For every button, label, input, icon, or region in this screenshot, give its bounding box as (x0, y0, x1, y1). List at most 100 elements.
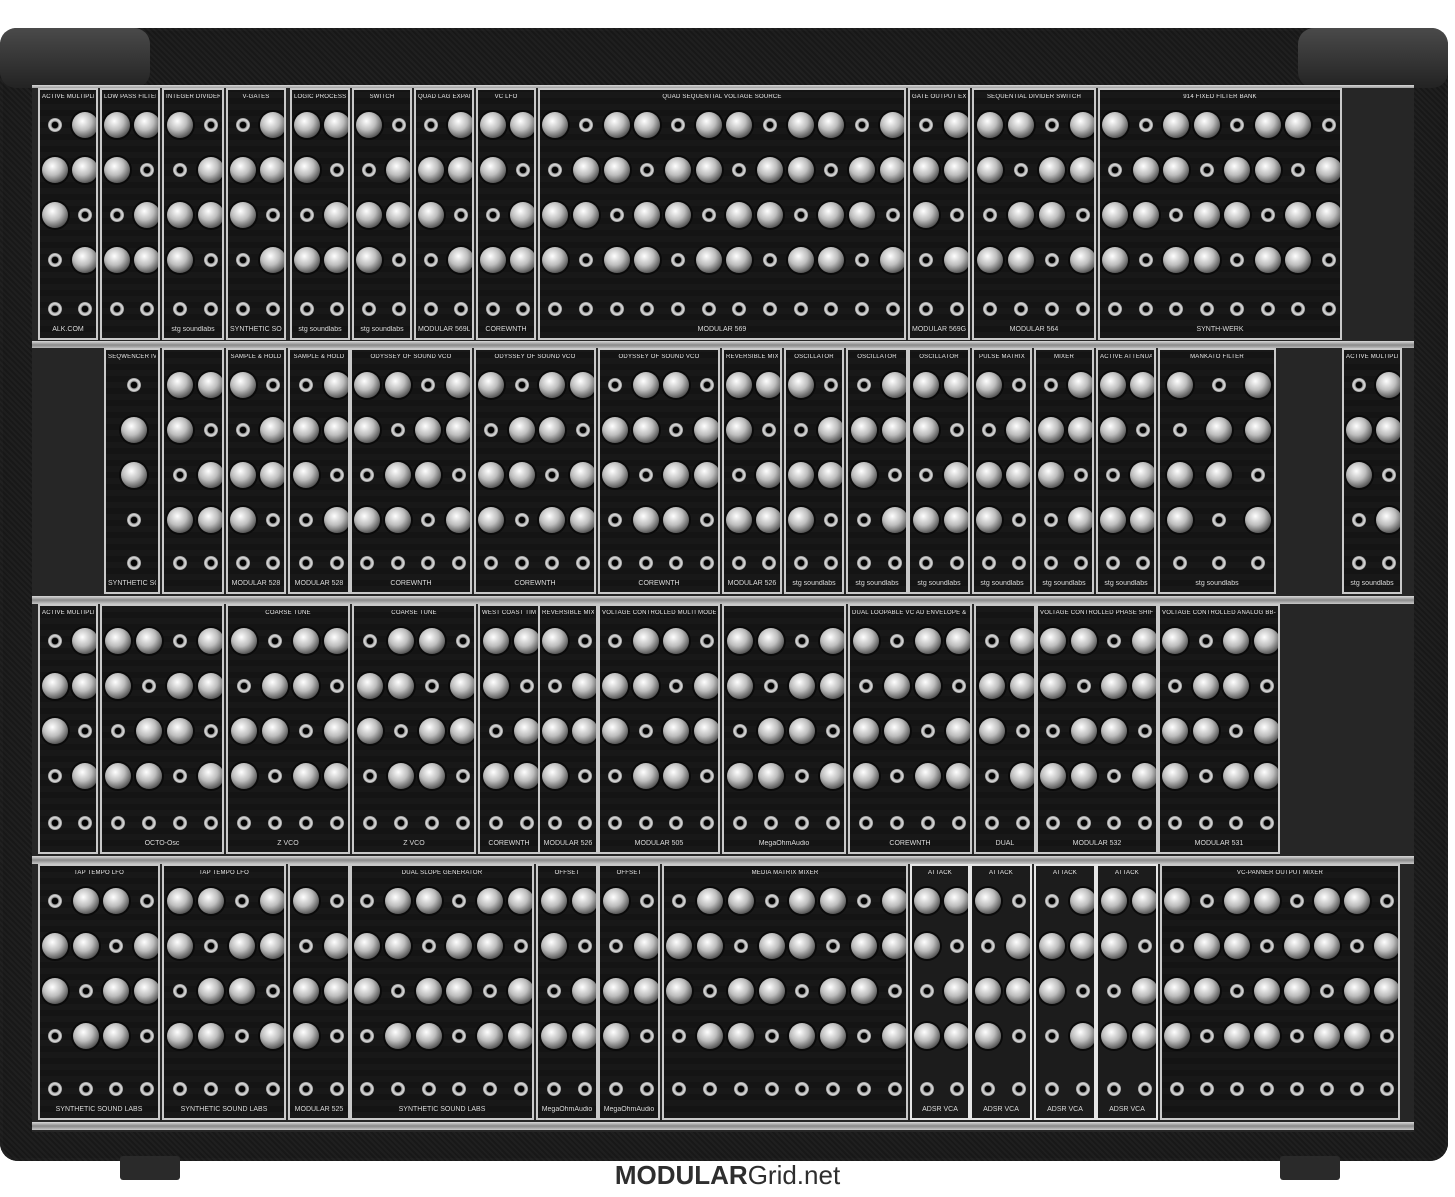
knob[interactable] (385, 888, 411, 914)
knob[interactable] (1193, 202, 1220, 228)
jack[interactable] (451, 556, 466, 570)
knob[interactable] (294, 157, 320, 183)
jack[interactable] (699, 513, 714, 527)
jack[interactable] (360, 1082, 375, 1096)
knob[interactable] (883, 673, 910, 699)
knob[interactable] (1285, 112, 1312, 138)
knob[interactable] (819, 628, 844, 654)
jack[interactable] (488, 724, 503, 738)
knob[interactable] (603, 247, 630, 273)
jack[interactable] (763, 302, 777, 316)
jack[interactable] (234, 894, 249, 908)
jack[interactable] (579, 118, 593, 132)
knob[interactable] (1245, 507, 1272, 533)
knob[interactable] (542, 628, 568, 654)
knob[interactable] (1068, 372, 1092, 398)
jack[interactable] (424, 302, 438, 316)
jack[interactable] (824, 513, 838, 527)
jack[interactable] (546, 1082, 561, 1096)
knob[interactable] (726, 673, 753, 699)
jack[interactable] (764, 894, 779, 908)
knob[interactable] (104, 673, 131, 699)
knob[interactable] (230, 718, 257, 744)
knob[interactable] (482, 763, 509, 789)
knob[interactable] (1102, 247, 1129, 273)
knob[interactable] (354, 507, 381, 533)
knob[interactable] (1009, 763, 1034, 789)
knob[interactable] (1009, 628, 1034, 654)
jack[interactable] (267, 769, 282, 783)
module-panel[interactable]: VOLTAGE CONTROLLED MULTI MODE FILTER MODU… (598, 604, 720, 854)
jack[interactable] (1106, 1082, 1121, 1096)
knob[interactable] (72, 933, 99, 959)
knob[interactable] (445, 507, 470, 533)
knob[interactable] (914, 763, 941, 789)
knob[interactable] (1069, 157, 1094, 183)
jack[interactable] (918, 253, 933, 267)
knob[interactable] (788, 673, 815, 699)
knob[interactable] (166, 372, 193, 398)
jack[interactable] (519, 679, 534, 693)
knob[interactable] (1130, 462, 1154, 488)
jack[interactable] (699, 378, 714, 392)
knob[interactable] (1164, 978, 1190, 1004)
jack[interactable] (920, 1082, 934, 1096)
knob[interactable] (134, 202, 158, 228)
jack[interactable] (579, 253, 593, 267)
knob[interactable] (820, 888, 847, 914)
jack[interactable] (1044, 556, 1058, 570)
knob[interactable] (449, 673, 474, 699)
jack[interactable] (638, 816, 653, 830)
knob[interactable] (788, 372, 814, 398)
jack[interactable] (236, 679, 251, 693)
jack[interactable] (1200, 1029, 1214, 1043)
jack[interactable] (127, 378, 141, 392)
module-panel[interactable]: ACTIVE ATTENUATORS stg soundlabs (1096, 348, 1156, 594)
knob[interactable] (121, 462, 147, 488)
jack[interactable] (421, 556, 436, 570)
jack[interactable] (298, 816, 313, 830)
jack[interactable] (1320, 984, 1334, 998)
knob[interactable] (72, 247, 96, 273)
knob[interactable] (1009, 673, 1034, 699)
knob[interactable] (756, 372, 780, 398)
jack[interactable] (172, 1082, 187, 1096)
jack[interactable] (330, 302, 344, 316)
knob[interactable] (133, 933, 158, 959)
module-panel[interactable]: GATE OUTPUT EXPANDER BASIC MODULAR 569GE (908, 88, 970, 340)
knob[interactable] (230, 202, 256, 228)
jack[interactable] (1259, 679, 1274, 693)
module-panel[interactable]: SAMPLE & HOLD MODULAR 528 (288, 348, 350, 594)
module-panel[interactable]: DUAL SLOPE GENERATOR SYNTHETIC SOUND LABS (350, 864, 534, 1120)
jack[interactable] (1291, 302, 1306, 316)
knob[interactable] (166, 933, 193, 959)
jack[interactable] (1046, 816, 1061, 830)
knob[interactable] (1100, 933, 1127, 959)
jack[interactable] (1290, 1082, 1304, 1096)
knob[interactable] (1070, 763, 1097, 789)
knob[interactable] (1223, 673, 1250, 699)
jack[interactable] (608, 634, 623, 648)
jack[interactable] (545, 556, 560, 570)
knob[interactable] (819, 673, 844, 699)
jack[interactable] (266, 378, 280, 392)
jack[interactable] (236, 816, 251, 830)
knob[interactable] (1006, 417, 1030, 443)
jack[interactable] (390, 556, 405, 570)
jack[interactable] (1075, 208, 1090, 222)
jack[interactable] (1138, 302, 1153, 316)
knob[interactable] (695, 247, 722, 273)
jack[interactable] (172, 984, 187, 998)
jack[interactable] (579, 302, 593, 316)
jack[interactable] (390, 423, 405, 437)
knob[interactable] (603, 157, 630, 183)
knob[interactable] (573, 157, 599, 183)
jack[interactable] (794, 769, 809, 783)
knob[interactable] (1163, 157, 1190, 183)
knob[interactable] (1166, 507, 1193, 533)
jack[interactable] (825, 816, 840, 830)
jack[interactable] (1108, 163, 1123, 177)
knob[interactable] (1224, 1023, 1250, 1049)
knob[interactable] (508, 417, 535, 443)
module-panel[interactable]: COARSE TUNE Z VCO (226, 604, 350, 854)
